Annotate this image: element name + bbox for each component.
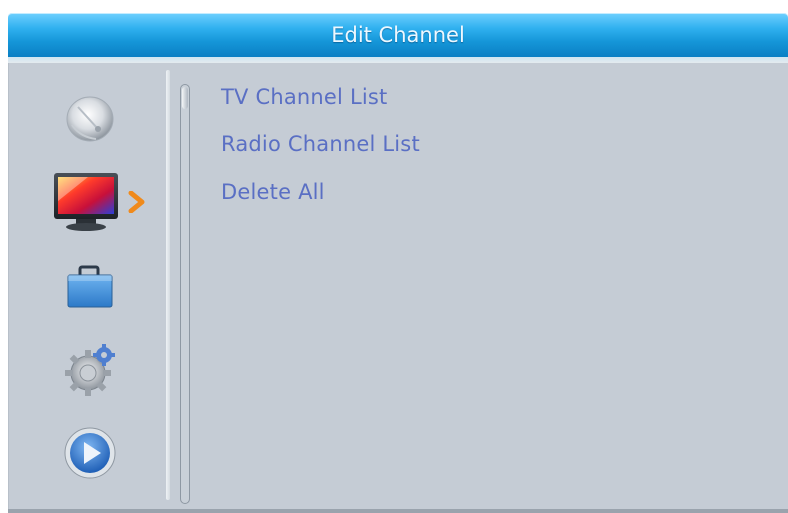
sidebar bbox=[8, 63, 166, 511]
sidebar-item-settings[interactable] bbox=[58, 339, 122, 399]
sidebar-divider bbox=[166, 70, 170, 500]
menu-item-delete-all[interactable]: Delete All bbox=[221, 177, 325, 207]
gear-icon bbox=[65, 344, 115, 396]
page-title: Edit Channel bbox=[331, 23, 465, 47]
title-bar: Edit Channel bbox=[8, 13, 788, 57]
menu-item-tv-channel-list[interactable]: TV Channel List bbox=[221, 82, 387, 112]
toolbox-icon bbox=[67, 265, 113, 308]
play-icon bbox=[64, 427, 116, 479]
edit-channel-screen: Edit Channel TV Channel List Radio Chann… bbox=[0, 0, 788, 513]
sidebar-item-media[interactable] bbox=[58, 423, 122, 483]
satellite-dish-icon bbox=[66, 96, 114, 142]
menu-item-radio-channel-list[interactable]: Radio Channel List bbox=[221, 129, 420, 159]
bottom-border bbox=[8, 509, 788, 513]
chevron-right-icon bbox=[128, 191, 145, 213]
sidebar-item-toolbox[interactable] bbox=[58, 261, 122, 321]
scrollbar[interactable] bbox=[180, 84, 190, 504]
sidebar-item-satellite[interactable] bbox=[58, 85, 122, 145]
sidebar-item-tv[interactable] bbox=[48, 171, 148, 231]
scrollbar-thumb[interactable] bbox=[182, 87, 188, 109]
